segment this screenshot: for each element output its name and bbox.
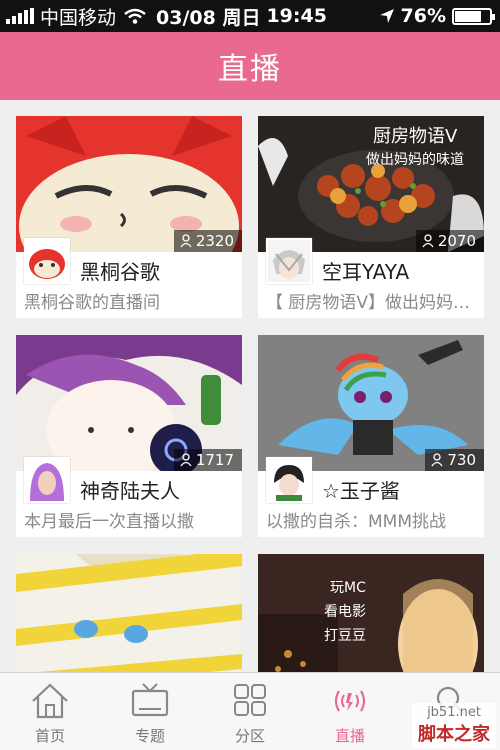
viewer-count: 2320	[195, 232, 234, 250]
watermark: jb51.net 脚本之家	[412, 703, 496, 748]
room-thumbnail[interactable]: 玩MC 看电影 打豆豆	[258, 554, 484, 672]
red-cat-avatar-image	[26, 240, 68, 282]
room-description: 以撒的自杀：MMM挑战	[266, 512, 447, 532]
nav-bar: 直播	[0, 32, 500, 100]
room-description: 黑桐谷歌的直播间	[24, 293, 160, 313]
person-icon	[180, 234, 192, 248]
streamer-name: ☆玉子酱	[322, 479, 400, 503]
kitchen-title-text: 厨房物语V	[373, 126, 458, 147]
tab-home[interactable]: 首页	[0, 673, 100, 750]
signal-icon	[6, 8, 34, 24]
broadcast-icon	[334, 690, 366, 712]
live-room-grid[interactable]: 2320 黑桐谷歌 黑桐谷歌的直播间 厨房物语V 做出妈妈的味道 2070 空耳…	[0, 100, 500, 672]
tab-home-label: 首页	[34, 727, 65, 745]
status-date: 03/08 周日	[156, 6, 261, 29]
viewer-count-badge: 2070	[415, 230, 484, 252]
live-room-card[interactable]: 1717 神奇陆夫人 本月最后一次直播以撒	[16, 335, 242, 537]
viewer-count: 730	[447, 451, 476, 469]
mc-movie-cover-image: 玩MC 看电影 打豆豆	[258, 554, 484, 672]
live-room-card[interactable]: 2320 黑桐谷歌 黑桐谷歌的直播间	[16, 116, 242, 318]
anime-boy-avatar-image	[268, 240, 310, 282]
mc-line-2-text: 看电影	[324, 604, 366, 620]
battery-icon	[452, 7, 495, 25]
page-title: 直播	[218, 52, 282, 87]
tab-topics-label: 专题	[134, 727, 165, 745]
avatar[interactable]	[24, 238, 70, 284]
mc-line-1-text: 玩MC	[330, 580, 366, 596]
person-icon	[180, 453, 192, 467]
person-icon	[422, 234, 434, 248]
dark-hair-avatar-image	[268, 459, 310, 501]
streamer-name: 黑桐谷歌	[80, 260, 160, 284]
streamer-name: 空耳YAYA	[322, 260, 410, 284]
mc-line-3-text: 打豆豆	[324, 627, 366, 644]
status-time: 19:45	[266, 5, 327, 27]
avatar[interactable]	[266, 238, 312, 284]
tab-categories[interactable]: 分区	[200, 673, 300, 750]
live-room-card[interactable]	[16, 554, 242, 672]
tab-categories-label: 分区	[234, 727, 265, 745]
tab-live-label: 直播	[334, 727, 365, 745]
avatar[interactable]	[266, 457, 312, 503]
tab-live[interactable]: 直播	[300, 673, 400, 750]
room-thumbnail[interactable]	[16, 554, 242, 672]
live-room-card[interactable]: 730 ☆玉子酱 以撒的自杀：MMM挑战	[258, 335, 484, 537]
viewer-count-badge: 1717	[173, 449, 242, 471]
location-arrow-icon	[379, 9, 394, 23]
viewer-count: 2070	[437, 232, 476, 250]
viewer-count-badge: 730	[425, 449, 484, 471]
room-description: 【 厨房物语V】做出妈妈的味道	[266, 293, 478, 313]
purple-hair-avatar-image	[26, 459, 68, 501]
person-icon	[431, 453, 443, 467]
streamer-name: 神奇陆夫人	[80, 479, 180, 503]
kitchen-subtitle-text: 做出妈妈的味道	[366, 152, 464, 168]
battery-percent: 76%	[400, 5, 446, 27]
battery-level	[455, 10, 481, 22]
live-room-card[interactable]: 玩MC 看电影 打豆豆	[258, 554, 484, 672]
live-room-card[interactable]: 厨房物语V 做出妈妈的味道 2070 空耳YAYA 【 厨房物语V】做出妈妈的味…	[258, 116, 484, 318]
home-icon	[32, 683, 68, 719]
watermark-url: jb51.net	[427, 705, 481, 720]
grid-icon	[234, 684, 266, 716]
wifi-icon	[124, 8, 146, 24]
viewer-count-badge: 2320	[173, 230, 242, 252]
caution-tape-cover-image	[16, 554, 242, 672]
avatar[interactable]	[24, 457, 70, 503]
viewer-count: 1717	[195, 451, 234, 469]
watermark-brand: 脚本之家	[418, 724, 490, 745]
tab-topics[interactable]: 专题	[100, 673, 200, 750]
tv-icon	[131, 683, 169, 717]
room-description: 本月最后一次直播以撒	[24, 512, 194, 532]
carrier-label: 中国移动	[40, 6, 117, 29]
status-bar: 中国移动 03/08 周日 19:45 76%	[0, 0, 500, 32]
